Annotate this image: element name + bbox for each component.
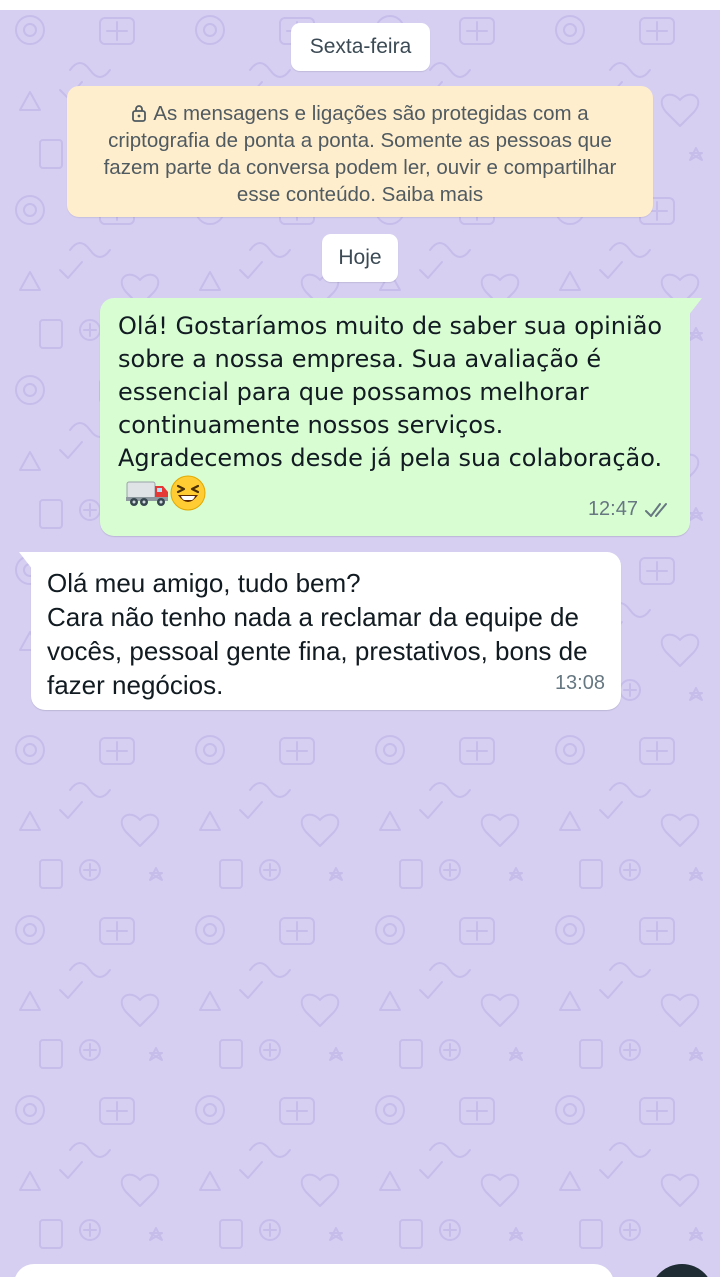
message-input[interactable] xyxy=(14,1264,614,1277)
incoming-message-meta: 13:08 xyxy=(555,666,605,700)
laughing-face-emoji xyxy=(170,475,206,511)
date-chip-friday: Sexta-feira xyxy=(291,23,430,71)
outgoing-message-meta: 12:47 xyxy=(588,493,674,526)
incoming-message-time: 13:08 xyxy=(554,672,605,694)
double-check-icon xyxy=(645,502,667,517)
lock-icon xyxy=(132,105,147,122)
bubble-tail-icon xyxy=(688,298,702,316)
truck-emoji xyxy=(126,481,168,506)
chat-conversation[interactable]: Sexta-feira As mensagens e ligações são … xyxy=(0,0,720,1277)
incoming-message-text: Olá meu amigo, tudo bem? Cara não tenho … xyxy=(47,568,588,700)
outgoing-message-time: 12:47 xyxy=(587,498,638,520)
date-chip-today: Hoje xyxy=(322,234,398,282)
encryption-notice[interactable]: As mensagens e ligações são protegidas c… xyxy=(67,86,653,217)
bubble-tail-icon xyxy=(19,552,33,570)
outgoing-message-bubble[interactable]: Olá! Gostaríamos muito de saber sua opin… xyxy=(100,298,702,536)
message-emojis xyxy=(126,475,206,511)
incoming-message-bubble[interactable]: Olá meu amigo, tudo bem? Cara não tenho … xyxy=(19,552,621,710)
outgoing-message-text: Olá! Gostaríamos muito de saber sua opin… xyxy=(118,312,663,472)
encryption-notice-text: As mensagens e ligações são protegidas c… xyxy=(103,102,617,206)
